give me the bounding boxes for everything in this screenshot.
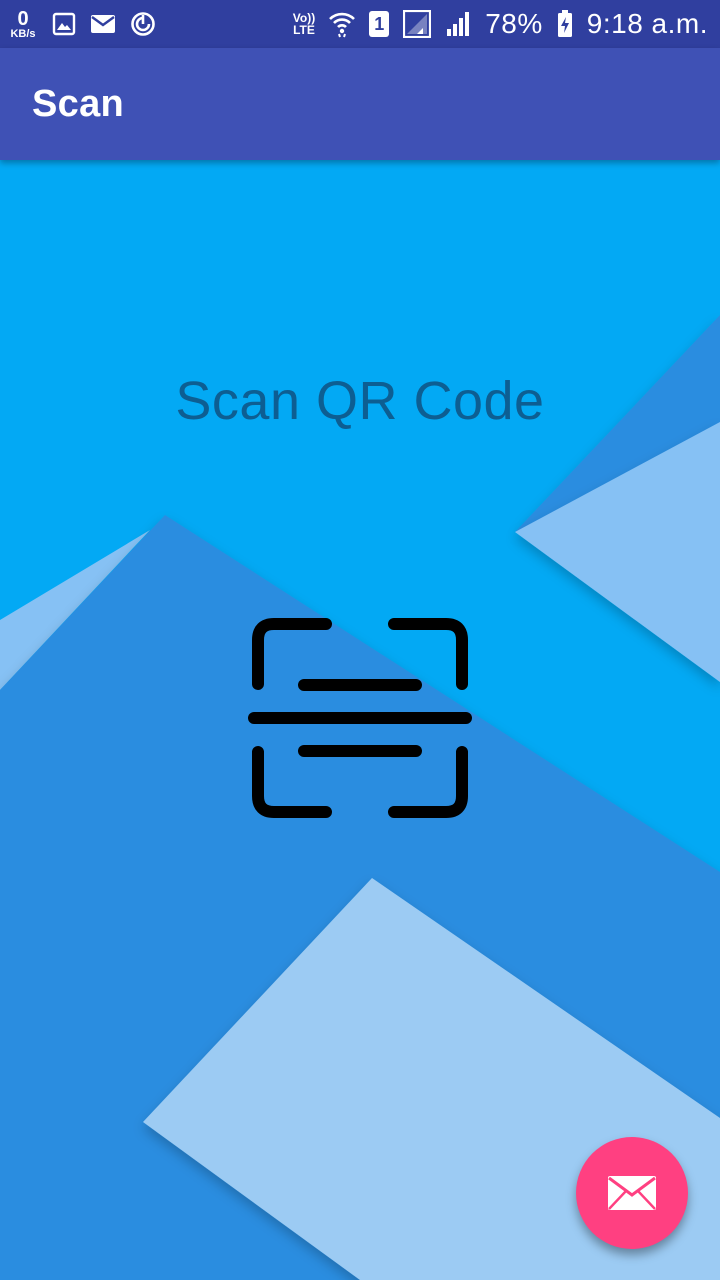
sync-icon	[130, 11, 156, 37]
battery-percent: 78%	[485, 8, 543, 39]
screen: 0 KB/s Vo)) LTE 1 78% 9:18 a.m. Scan Sca…	[0, 0, 720, 1280]
signal-icon	[403, 10, 432, 38]
wifi-icon	[329, 10, 356, 38]
mail-icon	[90, 13, 116, 35]
mail-icon	[607, 1175, 657, 1211]
network-speed: 0 KB/s	[8, 9, 38, 40]
status-time: 9:18 a.m.	[586, 8, 708, 39]
scan-heading: Scan QR Code	[175, 371, 545, 431]
network-speed-unit: KB/s	[10, 27, 36, 40]
image-icon	[52, 12, 76, 36]
volte-indicator: Vo)) LTE	[293, 12, 315, 36]
status-left: 0 KB/s	[8, 9, 156, 40]
volte-bottom: LTE	[293, 23, 315, 37]
send-mail-button[interactable]	[576, 1137, 688, 1249]
status-bar: 0 KB/s Vo)) LTE 1 78% 9:18 a.m.	[0, 0, 720, 48]
battery-charging-icon	[557, 10, 573, 38]
qr-scan-icon[interactable]	[240, 608, 480, 828]
sim-slot-badge: 1	[369, 11, 390, 37]
signal-bars-icon	[445, 11, 471, 37]
app-bar: Scan	[0, 48, 720, 160]
network-speed-value: 0	[17, 7, 29, 30]
status-right: Vo)) LTE 1 78% 9:18 a.m.	[293, 8, 708, 40]
app-title: Scan	[32, 82, 125, 125]
